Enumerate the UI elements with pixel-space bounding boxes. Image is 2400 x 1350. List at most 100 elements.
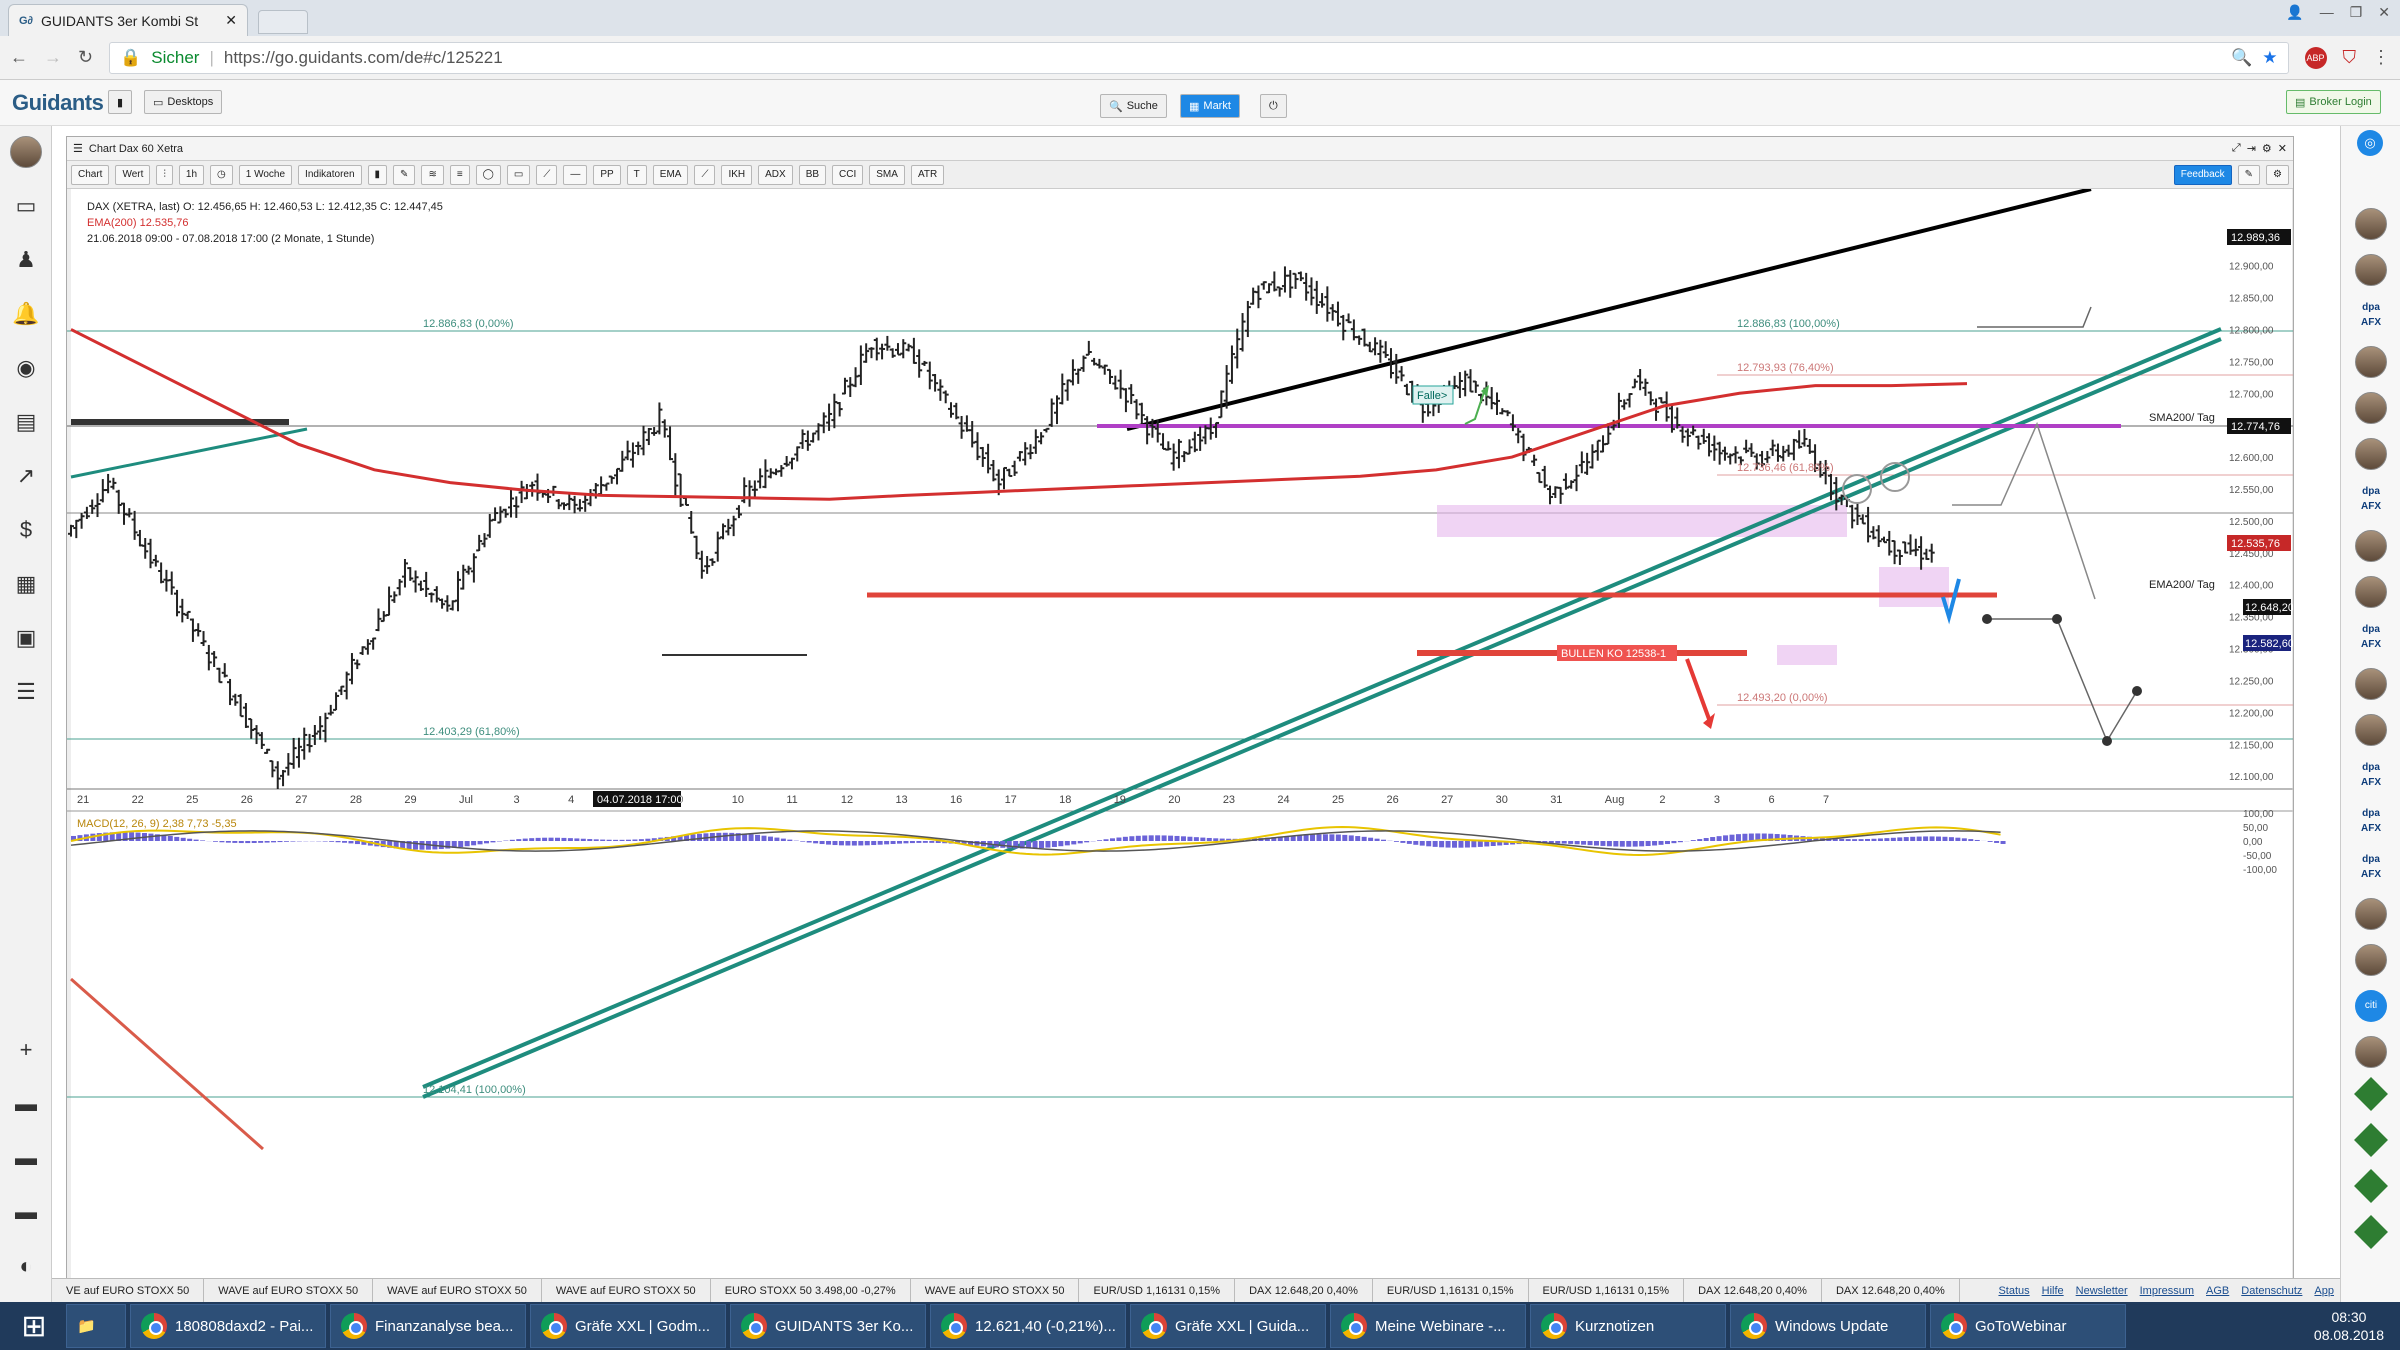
ikh-button[interactable]: IKH <box>721 164 753 185</box>
dollar-icon[interactable]: $ <box>12 516 40 544</box>
diamond-icon[interactable] <box>2354 1169 2388 1203</box>
adx-button[interactable]: ADX <box>758 164 793 185</box>
expert-avatar[interactable] <box>2355 714 2387 746</box>
add-icon[interactable]: + <box>12 1036 40 1064</box>
dpa-afx-icon[interactable]: dpa AFX <box>2355 806 2387 838</box>
expert-avatar[interactable] <box>2355 944 2387 976</box>
clock-icon[interactable]: ◷ <box>210 164 233 185</box>
list-icon[interactable]: ☰ <box>12 678 40 706</box>
expert-avatar[interactable] <box>2355 530 2387 562</box>
contrast-icon[interactable]: ◐ <box>12 1252 40 1280</box>
folder-a-icon[interactable]: ▬ <box>12 1090 40 1118</box>
taskbar-item[interactable]: GoToWebinar <box>1930 1304 2126 1348</box>
browser-tab-active[interactable]: G∂ GUIDANTS 3er Kombi St ✕ <box>8 4 248 36</box>
dpa-afx-icon[interactable]: dpa AFX <box>2355 852 2387 884</box>
user-icon[interactable]: 👤 <box>2286 4 2303 21</box>
system-clock[interactable]: 08:30 08.08.2018 <box>2304 1308 2394 1344</box>
pencil-tool-icon[interactable]: ✎ <box>393 164 416 185</box>
url-box[interactable]: 🔒 Sicher | https://go.guidants.com/de#c/… <box>109 41 2289 74</box>
diamond-icon[interactable] <box>2354 1123 2388 1157</box>
atr-button[interactable]: ATR <box>910 164 945 185</box>
taskbar-item[interactable]: GUIDANTS 3er Ko... <box>730 1304 926 1348</box>
minimize-icon[interactable]: — <box>2320 4 2334 21</box>
instrument-tab[interactable]: WAVE auf EURO STOXX 50 <box>542 1279 711 1302</box>
start-icon[interactable]: ⊞ <box>6 1304 62 1348</box>
footer-link[interactable]: Hilfe <box>2036 1285 2070 1297</box>
interval-button[interactable]: 1h <box>178 164 205 185</box>
user-avatar[interactable] <box>10 136 42 168</box>
restore-icon[interactable]: ❐ <box>2350 4 2363 21</box>
sma-button[interactable]: SMA <box>869 164 905 185</box>
chart-area[interactable]: Falle> BULLEN KO 12538-1 SMA200/ Tag EMA… <box>67 189 2293 1279</box>
brush-tool-icon[interactable]: ⟋ <box>694 164 716 185</box>
zoom-icon[interactable]: 🔍 <box>2231 48 2252 68</box>
feedback-button[interactable]: Feedback <box>2173 164 2232 185</box>
taskbar-item[interactable]: Finanzanalyse bea... <box>330 1304 526 1348</box>
expert-avatar[interactable] <box>2355 898 2387 930</box>
ellipse-tool-icon[interactable]: ◯ <box>475 164 501 185</box>
taskbar-item[interactable]: 180808daxd2 - Pai... <box>130 1304 326 1348</box>
chart-settings-icon[interactable]: ⚙ <box>2266 164 2289 185</box>
explorer-icon[interactable]: 📁 <box>66 1304 126 1348</box>
footer-link[interactable]: AGB <box>2200 1285 2235 1297</box>
close-window-icon[interactable]: ✕ <box>2378 4 2390 21</box>
footer-link[interactable]: Datenschutz <box>2235 1285 2308 1297</box>
forward-icon[interactable]: → <box>44 47 62 68</box>
expert-avatar[interactable] <box>2355 254 2387 286</box>
bookmark-star-icon[interactable]: ★ <box>2262 48 2277 68</box>
dpa-afx-icon[interactable]: dpa AFX <box>2355 484 2387 516</box>
news-icon[interactable]: ▦ <box>12 570 40 598</box>
dpa-afx-icon[interactable]: dpa AFX <box>2355 300 2387 332</box>
close-chart-icon[interactable]: ✕ <box>2278 142 2287 155</box>
menu-icon[interactable]: ☰ <box>73 142 83 155</box>
menu-icon[interactable]: ⋮ <box>2372 47 2390 68</box>
instrument-tab[interactable]: EUR/USD 1,16131 0,15% <box>1079 1279 1236 1302</box>
popout-icon[interactable]: ⇥ <box>2247 142 2256 155</box>
footer-link[interactable]: App <box>2308 1285 2340 1297</box>
expand-icon[interactable]: ⤢ <box>2232 142 2241 155</box>
calendar-icon[interactable]: ▣ <box>12 624 40 652</box>
tab-close-icon[interactable]: ✕ <box>225 12 237 29</box>
expert-icon[interactable]: ◎ <box>2357 130 2383 156</box>
projection-point[interactable] <box>2052 614 2062 624</box>
monitor-icon[interactable]: ▭ <box>12 192 40 220</box>
dpa-afx-icon[interactable]: dpa AFX <box>2355 622 2387 654</box>
dpa-afx-icon[interactable]: dpa AFX <box>2355 760 2387 792</box>
citi-icon[interactable]: citi <box>2355 990 2387 1022</box>
adblock-icon[interactable]: ABP <box>2304 46 2327 69</box>
bell-icon[interactable]: 🔔 <box>12 300 40 328</box>
fib-tool-icon[interactable]: ≋ <box>421 164 444 185</box>
projection-point[interactable] <box>2132 686 2142 696</box>
bookmark-button[interactable]: ▮ <box>108 90 133 114</box>
taskbar-item[interactable]: Gräfe XXL | Guida... <box>1130 1304 1326 1348</box>
settings-icon[interactable]: ⚙ <box>2262 142 2272 155</box>
taskbar-item[interactable]: Kurznotizen <box>1530 1304 1726 1348</box>
taskbar-item[interactable]: 12.621,40 (-0,21%)... <box>930 1304 1126 1348</box>
projection-point[interactable] <box>2102 736 2112 746</box>
bb-button[interactable]: BB <box>798 164 827 185</box>
instrument-tab[interactable]: WAVE auf EURO STOXX 50 <box>911 1279 1080 1302</box>
market-button[interactable]: ▦ Markt <box>1180 94 1240 118</box>
rect-tool-icon[interactable]: ▭ <box>506 164 531 185</box>
indicators-button[interactable]: Indikatoren <box>298 164 362 185</box>
folder-v-icon[interactable]: ▬ <box>12 1198 40 1226</box>
draw-tool-icon[interactable]: ✎ <box>2237 164 2261 185</box>
taskbar-item[interactable]: Meine Webinare -... <box>1330 1304 1526 1348</box>
instrument-tab[interactable]: DAX 12.648,20 0,40% <box>1235 1279 1373 1302</box>
text-tool-icon[interactable]: T <box>626 164 647 185</box>
portfolio-icon[interactable]: ▤ <box>12 408 40 436</box>
lines-tool-icon[interactable]: ≡ <box>449 164 470 185</box>
diamond-icon[interactable] <box>2354 1215 2388 1249</box>
instrument-tab[interactable]: EUR/USD 1,16131 0,15% <box>1529 1279 1685 1302</box>
ema-button[interactable]: EMA <box>652 164 689 185</box>
search-button[interactable]: 🔍 Suche <box>1100 94 1167 118</box>
taskbar-item[interactable]: Windows Update <box>1730 1304 1926 1348</box>
instrument-tab[interactable]: EURO STOXX 50 3.498,00 -0,27% <box>711 1279 911 1302</box>
instrument-tab[interactable]: VE auf EURO STOXX 50 <box>52 1279 205 1302</box>
chart-type-button[interactable]: Chart <box>71 164 110 185</box>
expert-avatar[interactable] <box>2355 208 2387 240</box>
eye-icon[interactable]: ◉ <box>12 354 40 382</box>
trendline-tool-icon[interactable]: ⟋ <box>536 164 558 185</box>
instrument-tab[interactable]: WAVE auf EURO STOXX 50 <box>204 1279 374 1302</box>
instrument-tab[interactable]: DAX 12.648,20 0,40% <box>1684 1279 1822 1302</box>
